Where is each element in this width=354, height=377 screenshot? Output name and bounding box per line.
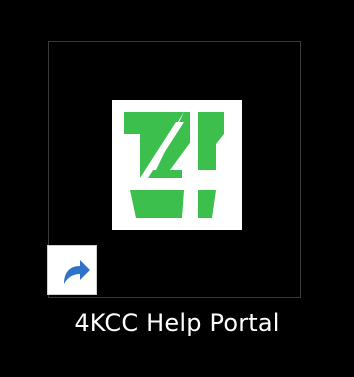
shortcut-arrow-icon [47, 245, 97, 295]
shortcut-label[interactable]: 4KCC Help Portal [0, 305, 354, 341]
4kcc-logo-icon[interactable] [112, 100, 242, 230]
desktop: 4KCC Help Portal [0, 0, 354, 377]
